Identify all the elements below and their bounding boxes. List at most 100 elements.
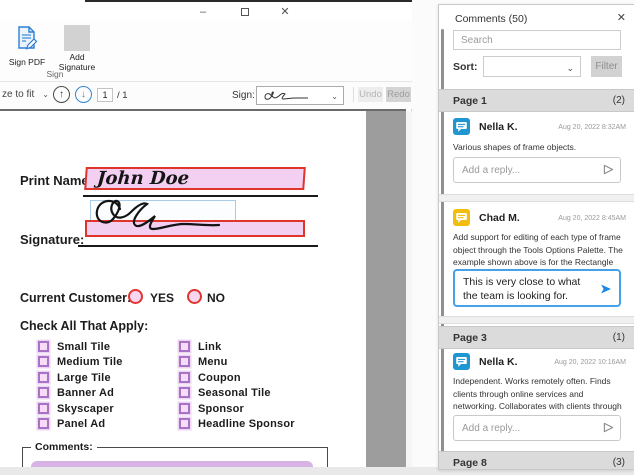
- sign-pdf-button[interactable]: Sign PDF: [4, 25, 50, 68]
- page-up-button[interactable]: ↑: [53, 86, 70, 103]
- checkbox-link[interactable]: [179, 341, 190, 352]
- comment-author: Nella K.: [479, 121, 518, 133]
- sign-pdf-label: Sign PDF: [8, 57, 46, 67]
- comment-bubble-icon: [453, 118, 470, 135]
- checkbox-sponsor[interactable]: [179, 403, 190, 414]
- screenshot-root: – ✕ Sign PDF Add Signature Sign ze to fi…: [0, 0, 634, 475]
- panel-close-button[interactable]: ✕: [617, 11, 626, 24]
- checkbox-seasonal-tile[interactable]: [179, 387, 190, 398]
- radio-yes[interactable]: [128, 289, 143, 304]
- comment-timestamp: Aug 20, 2022 8:45AM: [558, 215, 626, 222]
- signature-dropdown[interactable]: ⌄: [256, 86, 344, 105]
- panel-title: Comments (50): [455, 13, 528, 25]
- window-close-button[interactable]: ✕: [278, 5, 292, 19]
- toolbar-divider: [353, 87, 354, 102]
- reply-box: [453, 157, 621, 183]
- comment-author: Nella K.: [479, 356, 518, 368]
- minimize-button[interactable]: –: [196, 5, 210, 19]
- reply-input[interactable]: [453, 157, 621, 183]
- section-label: Page 1: [453, 95, 487, 107]
- signature-image: [95, 199, 221, 231]
- checkbox-label: Headline Sponsor: [198, 418, 295, 430]
- print-name-label: Print Name:: [20, 173, 93, 188]
- send-icon[interactable]: [600, 283, 612, 295]
- comment-author: Chad M.: [479, 212, 520, 224]
- maximize-button[interactable]: [238, 5, 252, 19]
- radio-yes-label: YES: [150, 291, 175, 305]
- page-down-button[interactable]: ↓: [75, 86, 92, 103]
- sign-pdf-icon: [18, 26, 38, 50]
- signature-preview-icon: [264, 91, 308, 100]
- comment-bubble-icon: [453, 353, 470, 370]
- filter-button[interactable]: Filter: [591, 56, 622, 77]
- section-count: (1): [612, 332, 625, 343]
- pdf-page: Print Name: John Doe Signature: Current …: [0, 111, 366, 467]
- view-toolbar: ze to fit ⌄ ↑ ↓ 1 / 1 Sign: ⌄ Undo Redo: [0, 82, 412, 109]
- comment-bubble-icon: [453, 209, 470, 226]
- checkbox-small-tile[interactable]: [38, 341, 49, 352]
- checkbox-label: Seasonal Tile: [198, 387, 271, 399]
- checkbox-label: Coupon: [198, 372, 241, 384]
- comment-text: Various shapes of frame objects.: [453, 142, 577, 152]
- sort-label: Sort:: [453, 61, 478, 73]
- checkbox-headline-sponsor[interactable]: [179, 418, 190, 429]
- chevron-down-icon: ⌄: [331, 92, 338, 101]
- comment-timestamp: Aug 20, 2022 8:32AM: [558, 124, 626, 131]
- comments-fieldset: Comments:: [22, 441, 328, 467]
- checkbox-label: Panel Ad: [57, 418, 106, 430]
- section-count: (2): [612, 95, 625, 106]
- checkbox-label: Link: [198, 341, 222, 353]
- reply-box-active[interactable]: This is very close to what the team is l…: [453, 269, 621, 307]
- add-signature-icon: [64, 25, 90, 51]
- print-name-field[interactable]: John Doe: [84, 167, 306, 190]
- page-total-label: / 1: [117, 90, 128, 101]
- checkbox-coupon[interactable]: [179, 372, 190, 383]
- chevron-down-icon: ⌄: [566, 63, 574, 73]
- signature-label: Signature:: [20, 232, 85, 247]
- checkbox-skyscaper[interactable]: [38, 403, 49, 414]
- check-all-label: Check All That Apply:: [20, 319, 149, 333]
- checkbox-menu[interactable]: [179, 356, 190, 367]
- checkbox-medium-tile[interactable]: [38, 356, 49, 367]
- checkbox-label: Large Tile: [57, 372, 111, 384]
- sort-select[interactable]: ⌄: [483, 56, 581, 77]
- send-icon[interactable]: [603, 422, 614, 433]
- redo-button[interactable]: Redo: [386, 87, 411, 102]
- maximize-icon: [241, 8, 249, 16]
- reply-draft-text[interactable]: This is very close to what the team is l…: [463, 275, 591, 303]
- section-header-page-1[interactable]: Page 1 (2): [439, 89, 634, 112]
- comments-field-label: Comments:: [31, 441, 97, 453]
- section-header-page-8[interactable]: Page 8 (3): [439, 451, 634, 469]
- current-customer-label: Current Customer:: [20, 291, 132, 305]
- section-header-page-3[interactable]: Page 3 (1): [439, 326, 634, 349]
- add-signature-button[interactable]: Add Signature: [52, 25, 102, 72]
- titlebar: – ✕: [0, 2, 412, 20]
- document-scrollbar[interactable]: [406, 111, 412, 467]
- checkbox-label: Small Tile: [57, 341, 111, 353]
- zoom-fit-select[interactable]: ze to fit ⌄: [2, 89, 54, 100]
- checkbox-label: Banner Ad: [57, 387, 115, 399]
- send-icon[interactable]: [603, 164, 614, 175]
- comment-timestamp: Aug 20, 2022 10:16AM: [554, 359, 626, 366]
- search-input[interactable]: [453, 30, 621, 50]
- comment-divider: [439, 194, 634, 202]
- pdf-app-window: – ✕ Sign PDF Add Signature Sign ze to fi…: [0, 0, 412, 467]
- chevron-down-icon: ⌄: [42, 90, 49, 99]
- checkbox-panel-ad[interactable]: [38, 418, 49, 429]
- comment-divider: [439, 316, 634, 324]
- reply-box: [453, 415, 621, 441]
- checkbox-label: Medium Tile: [57, 356, 123, 368]
- checkbox-banner-ad[interactable]: [38, 387, 49, 398]
- section-count: (3): [612, 457, 625, 468]
- signature-underline: [78, 245, 318, 247]
- document-viewport: Print Name: John Doe Signature: Current …: [0, 111, 412, 467]
- radio-no[interactable]: [187, 289, 202, 304]
- pdf-background: [366, 111, 406, 467]
- section-label: Page 3: [453, 332, 487, 344]
- reply-input[interactable]: [453, 415, 621, 441]
- checkbox-large-tile[interactable]: [38, 372, 49, 383]
- ribbon-toolbar: Sign PDF Add Signature Sign: [0, 20, 412, 82]
- page-number-input[interactable]: 1: [97, 88, 113, 102]
- undo-button[interactable]: Undo: [358, 87, 383, 102]
- sign-dropdown-label: Sign:: [232, 90, 255, 101]
